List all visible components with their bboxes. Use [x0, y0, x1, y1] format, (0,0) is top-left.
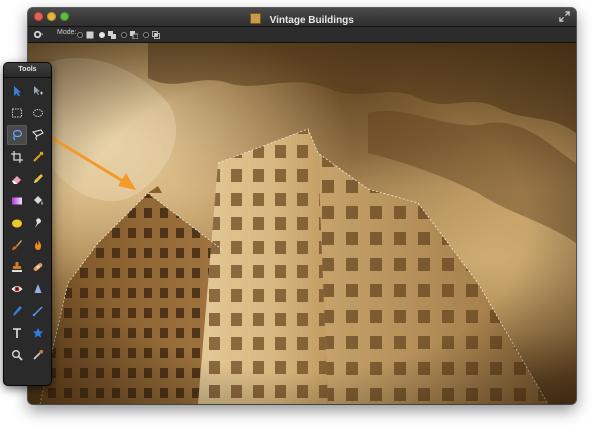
polygon-lasso-icon — [32, 129, 44, 141]
color-picker-tool[interactable] — [28, 345, 48, 365]
type-t-icon — [13, 328, 21, 338]
fullscreen-icon[interactable] — [559, 11, 570, 22]
mode-label: Mode: — [57, 29, 77, 36]
brush-icon — [12, 240, 22, 250]
mode-radio-add[interactable] — [99, 31, 105, 38]
eyedropper-tool[interactable] — [28, 147, 48, 167]
lasso-tool[interactable] — [7, 125, 27, 145]
healing-tool[interactable] — [28, 257, 48, 277]
bandage-icon — [33, 263, 43, 271]
smudge-icon — [35, 218, 41, 228]
subtract-selection-icon — [130, 30, 138, 39]
elliptical-marquee-tool[interactable] — [28, 103, 48, 123]
type-tool[interactable] — [7, 323, 27, 343]
pencil-icon — [34, 174, 43, 183]
burn-icon — [35, 240, 41, 250]
color-fill-icon — [12, 219, 22, 228]
red-eye-tool[interactable] — [7, 279, 27, 299]
mode-options — [77, 30, 165, 39]
app-window: Vintage Buildings Mode: — [28, 8, 576, 404]
magnifier-icon — [12, 350, 23, 361]
move-arrow-icon — [14, 86, 21, 97]
tools-panel: Tools — [4, 63, 51, 385]
gear-icon[interactable] — [33, 29, 44, 40]
sharpen-tool[interactable] — [28, 279, 48, 299]
mode-radio-new[interactable] — [77, 31, 83, 38]
mode-radio-subtract[interactable] — [121, 31, 127, 38]
stamp-icon — [12, 262, 22, 272]
rectangular-marquee-tool[interactable] — [7, 103, 27, 123]
window-title-wrap: Vintage Buildings — [28, 10, 576, 28]
mode-radio-intersect[interactable] — [143, 31, 149, 38]
pen-icon — [13, 306, 22, 316]
options-bar: Mode: — [28, 27, 576, 43]
eraser-icon — [12, 176, 21, 184]
zoom-tool[interactable] — [7, 345, 27, 365]
line-icon — [32, 306, 43, 317]
paint-bucket-icon — [34, 196, 43, 205]
direct-selection-tool[interactable] — [28, 81, 48, 101]
pen-tool[interactable] — [7, 301, 27, 321]
eye-icon — [11, 286, 23, 292]
document-image-icon — [250, 13, 262, 24]
gradient-icon — [12, 197, 22, 205]
direct-select-icon — [34, 86, 43, 95]
eyedropper-icon — [33, 151, 44, 162]
rect-marquee-icon — [12, 108, 22, 118]
window-title: Vintage Buildings — [269, 15, 354, 26]
crop-icon — [11, 151, 23, 163]
dropper-icon — [33, 349, 44, 360]
new-selection-icon — [86, 31, 94, 38]
shape-tool[interactable] — [28, 323, 48, 343]
tool-grid — [4, 78, 51, 367]
gradient-tool[interactable] — [7, 191, 27, 211]
image-canvas[interactable] — [28, 43, 576, 404]
lasso-icon — [12, 129, 23, 141]
vintage-buildings-photo — [28, 43, 576, 404]
move-tool[interactable] — [7, 81, 27, 101]
burn-tool[interactable] — [28, 235, 48, 255]
add-to-selection-icon — [108, 30, 116, 39]
polygon-lasso-tool[interactable] — [28, 125, 48, 145]
brush-tool[interactable] — [7, 235, 27, 255]
pencil-tool[interactable] — [28, 169, 48, 189]
clone-stamp-tool[interactable] — [7, 257, 27, 277]
sharpen-drop-icon — [34, 284, 42, 293]
title-bar[interactable]: Vintage Buildings — [28, 8, 576, 27]
smudge-tool[interactable] — [28, 213, 48, 233]
paint-bucket-tool[interactable] — [28, 191, 48, 211]
color-fill-tool[interactable] — [7, 213, 27, 233]
eraser-tool[interactable] — [7, 169, 27, 189]
intersect-selection-icon — [152, 30, 160, 39]
crop-tool[interactable] — [7, 147, 27, 167]
star-icon — [32, 327, 44, 338]
line-tool[interactable] — [28, 301, 48, 321]
ellipse-marquee-icon — [33, 109, 43, 117]
tools-panel-title[interactable]: Tools — [4, 63, 51, 78]
